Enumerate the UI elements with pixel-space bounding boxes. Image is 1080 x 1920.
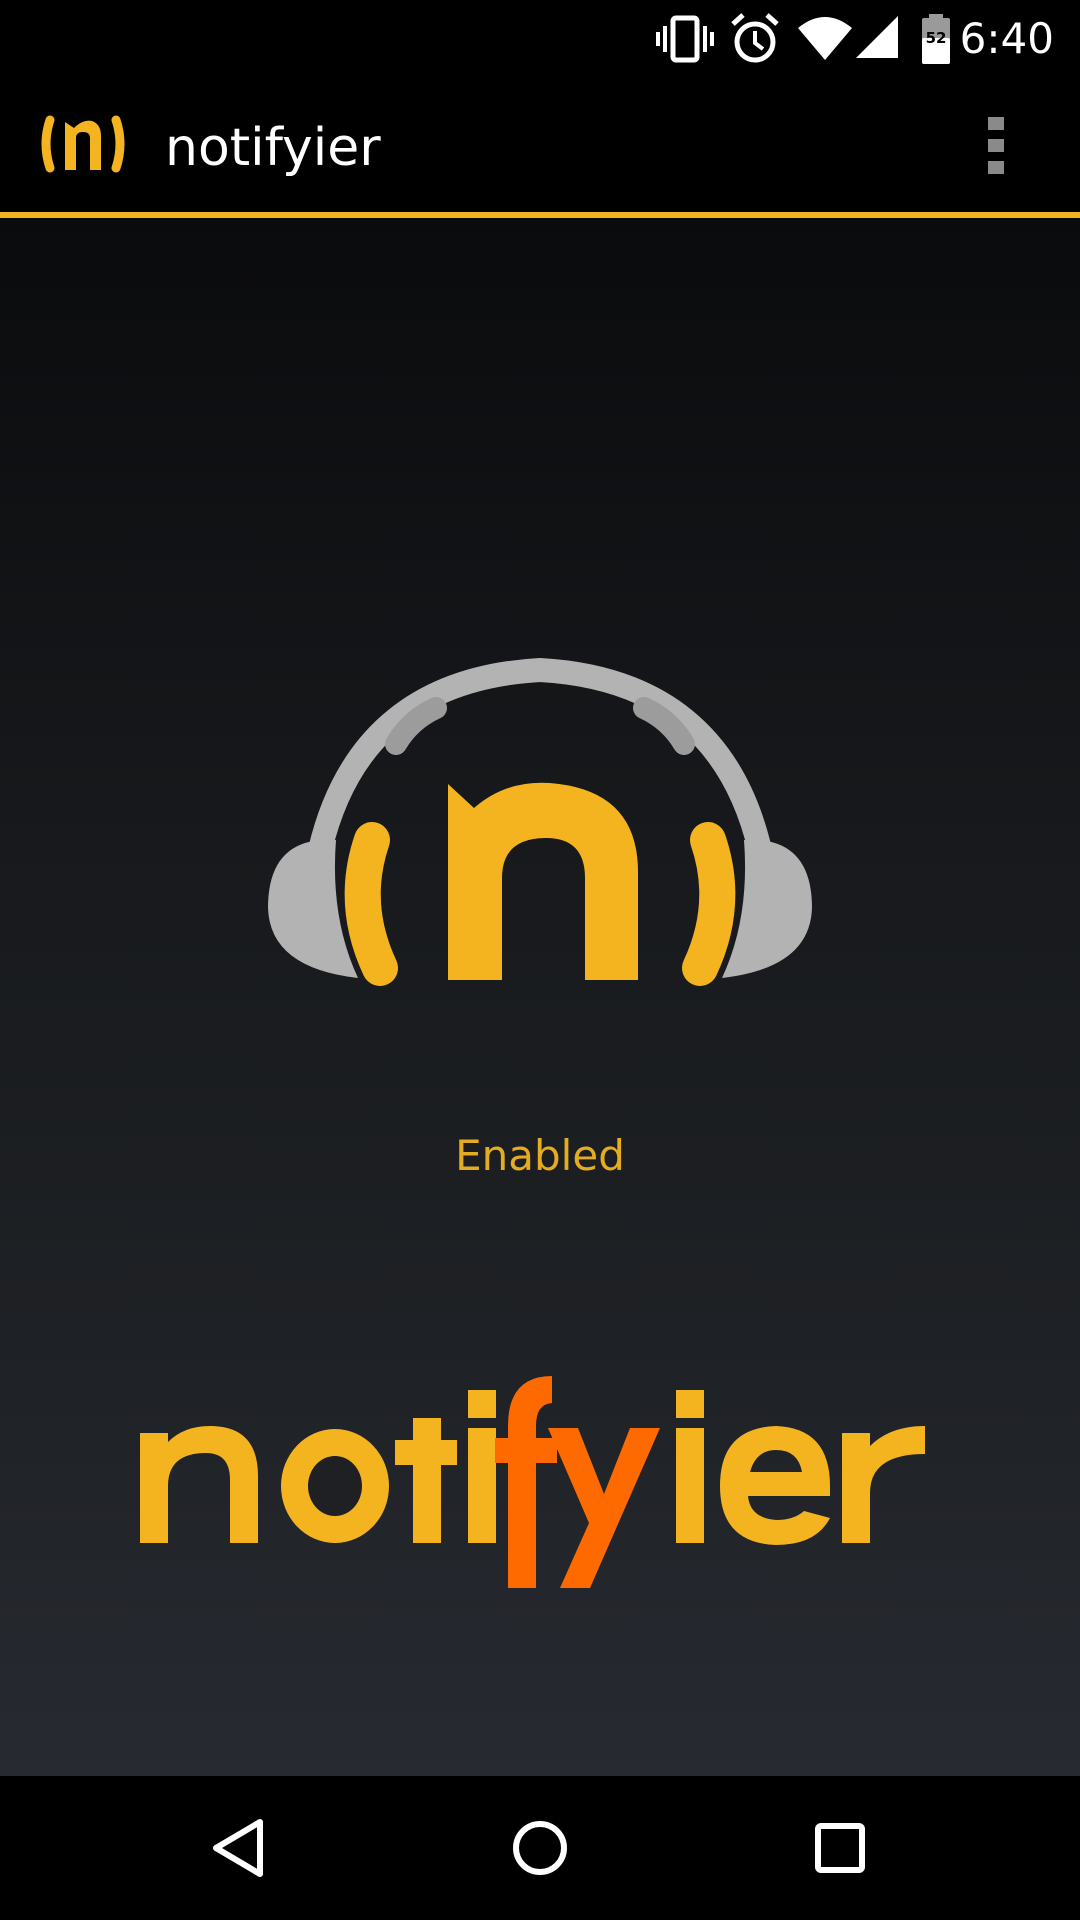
- battery-icon: 52: [922, 14, 950, 64]
- app-toolbar: [0, 75, 1080, 212]
- status-time: 6:40: [959, 14, 1054, 63]
- overflow-menu-button[interactable]: [976, 110, 1018, 180]
- home-icon: [513, 1821, 567, 1875]
- status-text: Enabled: [455, 1131, 625, 1180]
- back-button[interactable]: [140, 1776, 340, 1920]
- home-button[interactable]: [440, 1776, 640, 1920]
- recents-button[interactable]: [740, 1776, 940, 1920]
- overflow-menu-icon: [988, 117, 1004, 174]
- wifi-icon: [798, 17, 852, 60]
- screen: 52 6:40 notifyier Enabled: [0, 0, 1080, 1920]
- battery-level: 52: [926, 29, 947, 47]
- notifyier-wordmark: [140, 1376, 925, 1588]
- notifyier-logo-icon: [41, 115, 125, 173]
- headphones-logo-icon: [268, 657, 812, 986]
- alarm-icon: [731, 13, 779, 63]
- vibrate-icon: [656, 15, 714, 63]
- navigation-bar: [0, 1776, 1080, 1920]
- toolbar-title: notifyier: [165, 118, 381, 178]
- back-icon: [213, 1819, 263, 1877]
- cell-signal-icon: [856, 16, 898, 58]
- main-content: Enabled: [0, 218, 1080, 1776]
- status-bar: 52 6:40: [0, 0, 1080, 75]
- recents-icon: [815, 1823, 865, 1873]
